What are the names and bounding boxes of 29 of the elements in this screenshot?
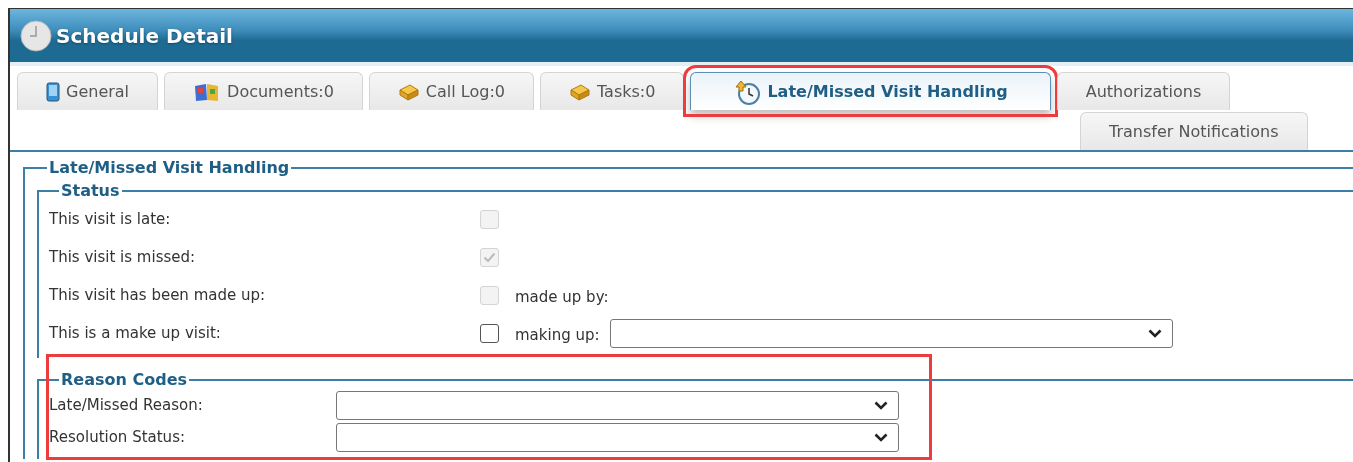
field-label: This is a make up visit: — [49, 324, 222, 342]
field-label: Late/Missed Reason: — [49, 396, 204, 414]
group-title: Reason Codes — [60, 370, 188, 389]
chevron-down-icon — [874, 400, 888, 410]
device-icon — [46, 81, 60, 102]
group-title: Status — [60, 181, 121, 200]
tab[interactable]: Documents:0 — [164, 72, 363, 110]
field-label: making up: — [515, 326, 600, 344]
tab[interactable]: General — [17, 72, 159, 110]
clock-icon — [20, 19, 52, 52]
field-label: This visit is late: — [49, 210, 172, 228]
dropdown[interactable] — [336, 390, 899, 420]
tab[interactable]: Tasks:0 — [539, 72, 685, 110]
chevron-down-icon — [874, 432, 888, 442]
field-label: Resolution Status: — [49, 428, 186, 446]
dropdown[interactable] — [336, 422, 899, 452]
checkmark-icon — [483, 251, 496, 263]
chevron-down-icon — [1147, 328, 1162, 338]
checkbox[interactable] — [480, 323, 499, 343]
dropdown[interactable] — [609, 318, 1173, 348]
field-label: This visit has been made up: — [49, 286, 267, 304]
tab[interactable]: Authorizations — [1056, 72, 1231, 110]
clock-icon — [733, 78, 762, 105]
field-label: made up by: — [515, 288, 609, 306]
section-title: Late/Missed Visit Handling — [48, 158, 291, 177]
tab[interactable]: Transfer Notifications — [1080, 112, 1308, 150]
field-label: This visit is missed: — [49, 248, 197, 266]
window-title: Schedule Detail — [56, 23, 233, 48]
tab[interactable]: Call Log:0 — [368, 72, 534, 110]
